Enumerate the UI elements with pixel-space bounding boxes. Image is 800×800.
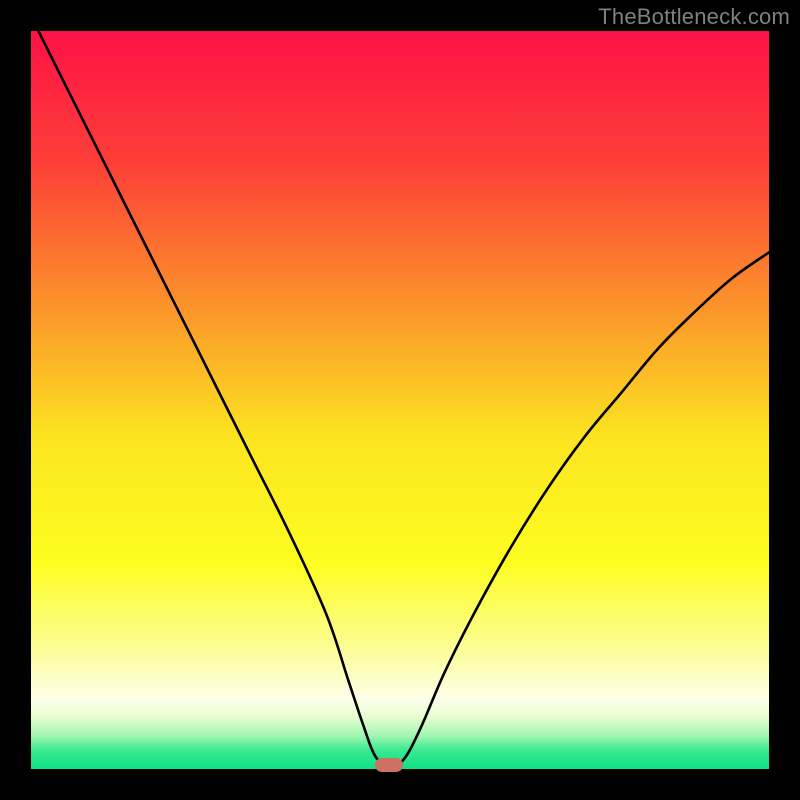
optimum-marker (375, 758, 403, 772)
gradient-background (31, 31, 769, 769)
chart-frame: TheBottleneck.com (0, 0, 800, 800)
bottleneck-plot (31, 31, 769, 769)
watermark-text: TheBottleneck.com (598, 4, 790, 30)
